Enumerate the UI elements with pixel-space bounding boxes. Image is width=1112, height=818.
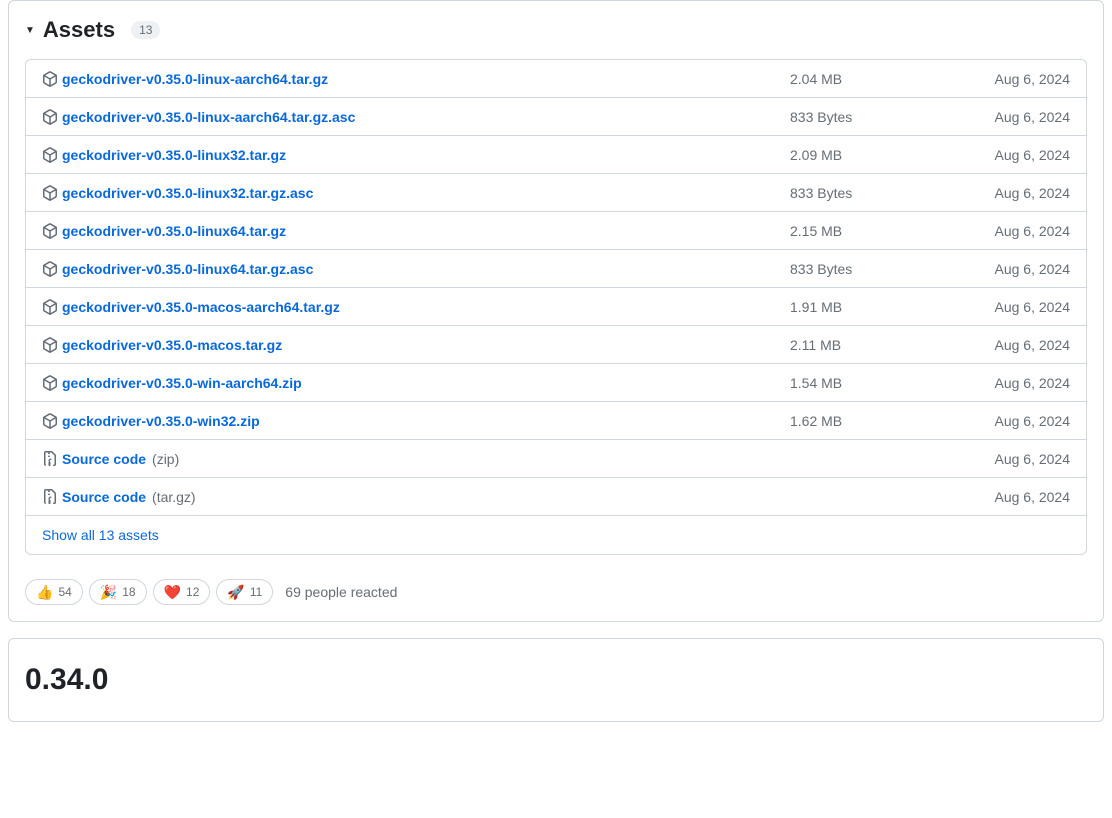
asset-row: Source code (tar.gz) Aug 6, 2024 bbox=[26, 478, 1086, 516]
asset-name-cell: Source code (zip) bbox=[42, 451, 790, 467]
asset-date: Aug 6, 2024 bbox=[950, 223, 1070, 239]
asset-download-link[interactable]: geckodriver-v0.35.0-linux64.tar.gz bbox=[62, 223, 286, 239]
asset-size: 2.04 MB bbox=[790, 71, 950, 87]
asset-row: geckodriver-v0.35.0-linux64.tar.gz 2.15 M… bbox=[26, 212, 1086, 250]
asset-name-cell: Source code (tar.gz) bbox=[42, 489, 790, 505]
asset-row: geckodriver-v0.35.0-linux64.tar.gz.asc 83… bbox=[26, 250, 1086, 288]
assets-list: geckodriver-v0.35.0-linux-aarch64.tar.gz… bbox=[25, 59, 1087, 555]
asset-date: Aug 6, 2024 bbox=[950, 71, 1070, 87]
file-zip-icon bbox=[42, 489, 58, 505]
assets-section: ▼ Assets 13 geckodriver-v0.35.0-linux-aa… bbox=[9, 1, 1103, 571]
asset-name-cell: geckodriver-v0.35.0-linux32.tar.gz bbox=[42, 147, 790, 163]
asset-size: 2.09 MB bbox=[790, 147, 950, 163]
asset-size: 833 Bytes bbox=[790, 261, 950, 277]
reactions-bar: 👍 54 🎉 18 ❤️ 12 🚀 11 69 people reacted bbox=[9, 571, 1103, 621]
asset-download-link[interactable]: geckodriver-v0.35.0-linux-aarch64.tar.gz… bbox=[62, 109, 355, 125]
asset-date: Aug 6, 2024 bbox=[950, 413, 1070, 429]
asset-download-link[interactable]: Source code bbox=[62, 451, 146, 467]
package-icon bbox=[42, 337, 58, 353]
package-icon bbox=[42, 375, 58, 391]
disclosure-triangle-icon: ▼ bbox=[25, 25, 35, 36]
asset-download-link[interactable]: geckodriver-v0.35.0-linux32.tar.gz.asc bbox=[62, 185, 313, 201]
reaction-button[interactable]: 👍 54 bbox=[25, 579, 83, 605]
asset-name-cell: geckodriver-v0.35.0-win32.zip bbox=[42, 413, 790, 429]
asset-size: 1.62 MB bbox=[790, 413, 950, 429]
asset-format: (tar.gz) bbox=[152, 489, 196, 505]
asset-size: 833 Bytes bbox=[790, 185, 950, 201]
package-icon bbox=[42, 299, 58, 315]
show-all-row: Show all 13 assets bbox=[26, 516, 1086, 554]
asset-date: Aug 6, 2024 bbox=[950, 261, 1070, 277]
assets-toggle[interactable]: ▼ Assets 13 bbox=[25, 17, 1087, 43]
asset-row: geckodriver-v0.35.0-linux32.tar.gz 2.09 M… bbox=[26, 136, 1086, 174]
asset-date: Aug 6, 2024 bbox=[950, 147, 1070, 163]
asset-download-link[interactable]: geckodriver-v0.35.0-win-aarch64.zip bbox=[62, 375, 302, 391]
asset-row: geckodriver-v0.35.0-linux-aarch64.tar.gz… bbox=[26, 60, 1086, 98]
asset-date: Aug 6, 2024 bbox=[950, 337, 1070, 353]
asset-size: 833 Bytes bbox=[790, 109, 950, 125]
asset-name-cell: geckodriver-v0.35.0-linux-aarch64.tar.gz… bbox=[42, 109, 790, 125]
asset-name-cell: geckodriver-v0.35.0-macos.tar.gz bbox=[42, 337, 790, 353]
asset-date: Aug 6, 2024 bbox=[950, 451, 1070, 467]
package-icon bbox=[42, 413, 58, 429]
reaction-emoji-icon: 👍 bbox=[36, 585, 53, 599]
reaction-button[interactable]: 🚀 11 bbox=[216, 579, 273, 605]
asset-download-link[interactable]: geckodriver-v0.35.0-macos.tar.gz bbox=[62, 337, 282, 353]
reaction-count: 54 bbox=[58, 585, 71, 599]
reaction-emoji-icon: 🎉 bbox=[100, 585, 117, 599]
reaction-count: 18 bbox=[122, 585, 135, 599]
package-icon bbox=[42, 261, 58, 277]
asset-format: (zip) bbox=[152, 451, 179, 467]
next-release-card: 0.34.0 bbox=[8, 638, 1104, 722]
asset-name-cell: geckodriver-v0.35.0-linux64.tar.gz bbox=[42, 223, 790, 239]
reaction-button[interactable]: ❤️ 12 bbox=[153, 579, 211, 605]
package-icon bbox=[42, 185, 58, 201]
asset-name-cell: geckodriver-v0.35.0-linux64.tar.gz.asc bbox=[42, 261, 790, 277]
package-icon bbox=[42, 109, 58, 125]
asset-download-link[interactable]: geckodriver-v0.35.0-linux64.tar.gz.asc bbox=[62, 261, 313, 277]
asset-date: Aug 6, 2024 bbox=[950, 185, 1070, 201]
package-icon bbox=[42, 223, 58, 239]
assets-count-badge: 13 bbox=[131, 21, 160, 39]
asset-date: Aug 6, 2024 bbox=[950, 109, 1070, 125]
reactions-summary: 69 people reacted bbox=[285, 584, 397, 600]
reaction-count: 11 bbox=[250, 585, 262, 599]
asset-date: Aug 6, 2024 bbox=[950, 375, 1070, 391]
asset-download-link[interactable]: geckodriver-v0.35.0-win32.zip bbox=[62, 413, 260, 429]
asset-name-cell: geckodriver-v0.35.0-linux-aarch64.tar.gz bbox=[42, 71, 790, 87]
reaction-count: 12 bbox=[186, 585, 199, 599]
asset-download-link[interactable]: geckodriver-v0.35.0-macos-aarch64.tar.gz bbox=[62, 299, 340, 315]
asset-size: 2.15 MB bbox=[790, 223, 950, 239]
release-card: ▼ Assets 13 geckodriver-v0.35.0-linux-aa… bbox=[8, 0, 1104, 622]
assets-title: Assets bbox=[43, 17, 115, 43]
asset-name-cell: geckodriver-v0.35.0-win-aarch64.zip bbox=[42, 375, 790, 391]
asset-row: Source code (zip) Aug 6, 2024 bbox=[26, 440, 1086, 478]
asset-row: geckodriver-v0.35.0-macos.tar.gz 2.11 MBA… bbox=[26, 326, 1086, 364]
asset-row: geckodriver-v0.35.0-win32.zip 1.62 MBAug … bbox=[26, 402, 1086, 440]
next-release-title: 0.34.0 bbox=[25, 663, 1087, 697]
package-icon bbox=[42, 71, 58, 87]
asset-row: geckodriver-v0.35.0-macos-aarch64.tar.gz… bbox=[26, 288, 1086, 326]
asset-download-link[interactable]: Source code bbox=[62, 489, 146, 505]
asset-date: Aug 6, 2024 bbox=[950, 299, 1070, 315]
asset-size: 2.11 MB bbox=[790, 337, 950, 353]
package-icon bbox=[42, 147, 58, 163]
asset-download-link[interactable]: geckodriver-v0.35.0-linux-aarch64.tar.gz bbox=[62, 71, 328, 87]
asset-name-cell: geckodriver-v0.35.0-linux32.tar.gz.asc bbox=[42, 185, 790, 201]
asset-row: geckodriver-v0.35.0-linux32.tar.gz.asc 83… bbox=[26, 174, 1086, 212]
asset-date: Aug 6, 2024 bbox=[950, 489, 1070, 505]
reaction-emoji-icon: ❤️ bbox=[164, 585, 181, 599]
asset-size: 1.54 MB bbox=[790, 375, 950, 391]
asset-download-link[interactable]: geckodriver-v0.35.0-linux32.tar.gz bbox=[62, 147, 286, 163]
asset-name-cell: geckodriver-v0.35.0-macos-aarch64.tar.gz bbox=[42, 299, 790, 315]
asset-row: geckodriver-v0.35.0-win-aarch64.zip 1.54 … bbox=[26, 364, 1086, 402]
asset-size: 1.91 MB bbox=[790, 299, 950, 315]
reaction-button[interactable]: 🎉 18 bbox=[89, 579, 147, 605]
show-all-assets-button[interactable]: Show all 13 assets bbox=[42, 527, 159, 543]
asset-row: geckodriver-v0.35.0-linux-aarch64.tar.gz… bbox=[26, 98, 1086, 136]
file-zip-icon bbox=[42, 451, 58, 467]
reaction-emoji-icon: 🚀 bbox=[227, 585, 244, 599]
